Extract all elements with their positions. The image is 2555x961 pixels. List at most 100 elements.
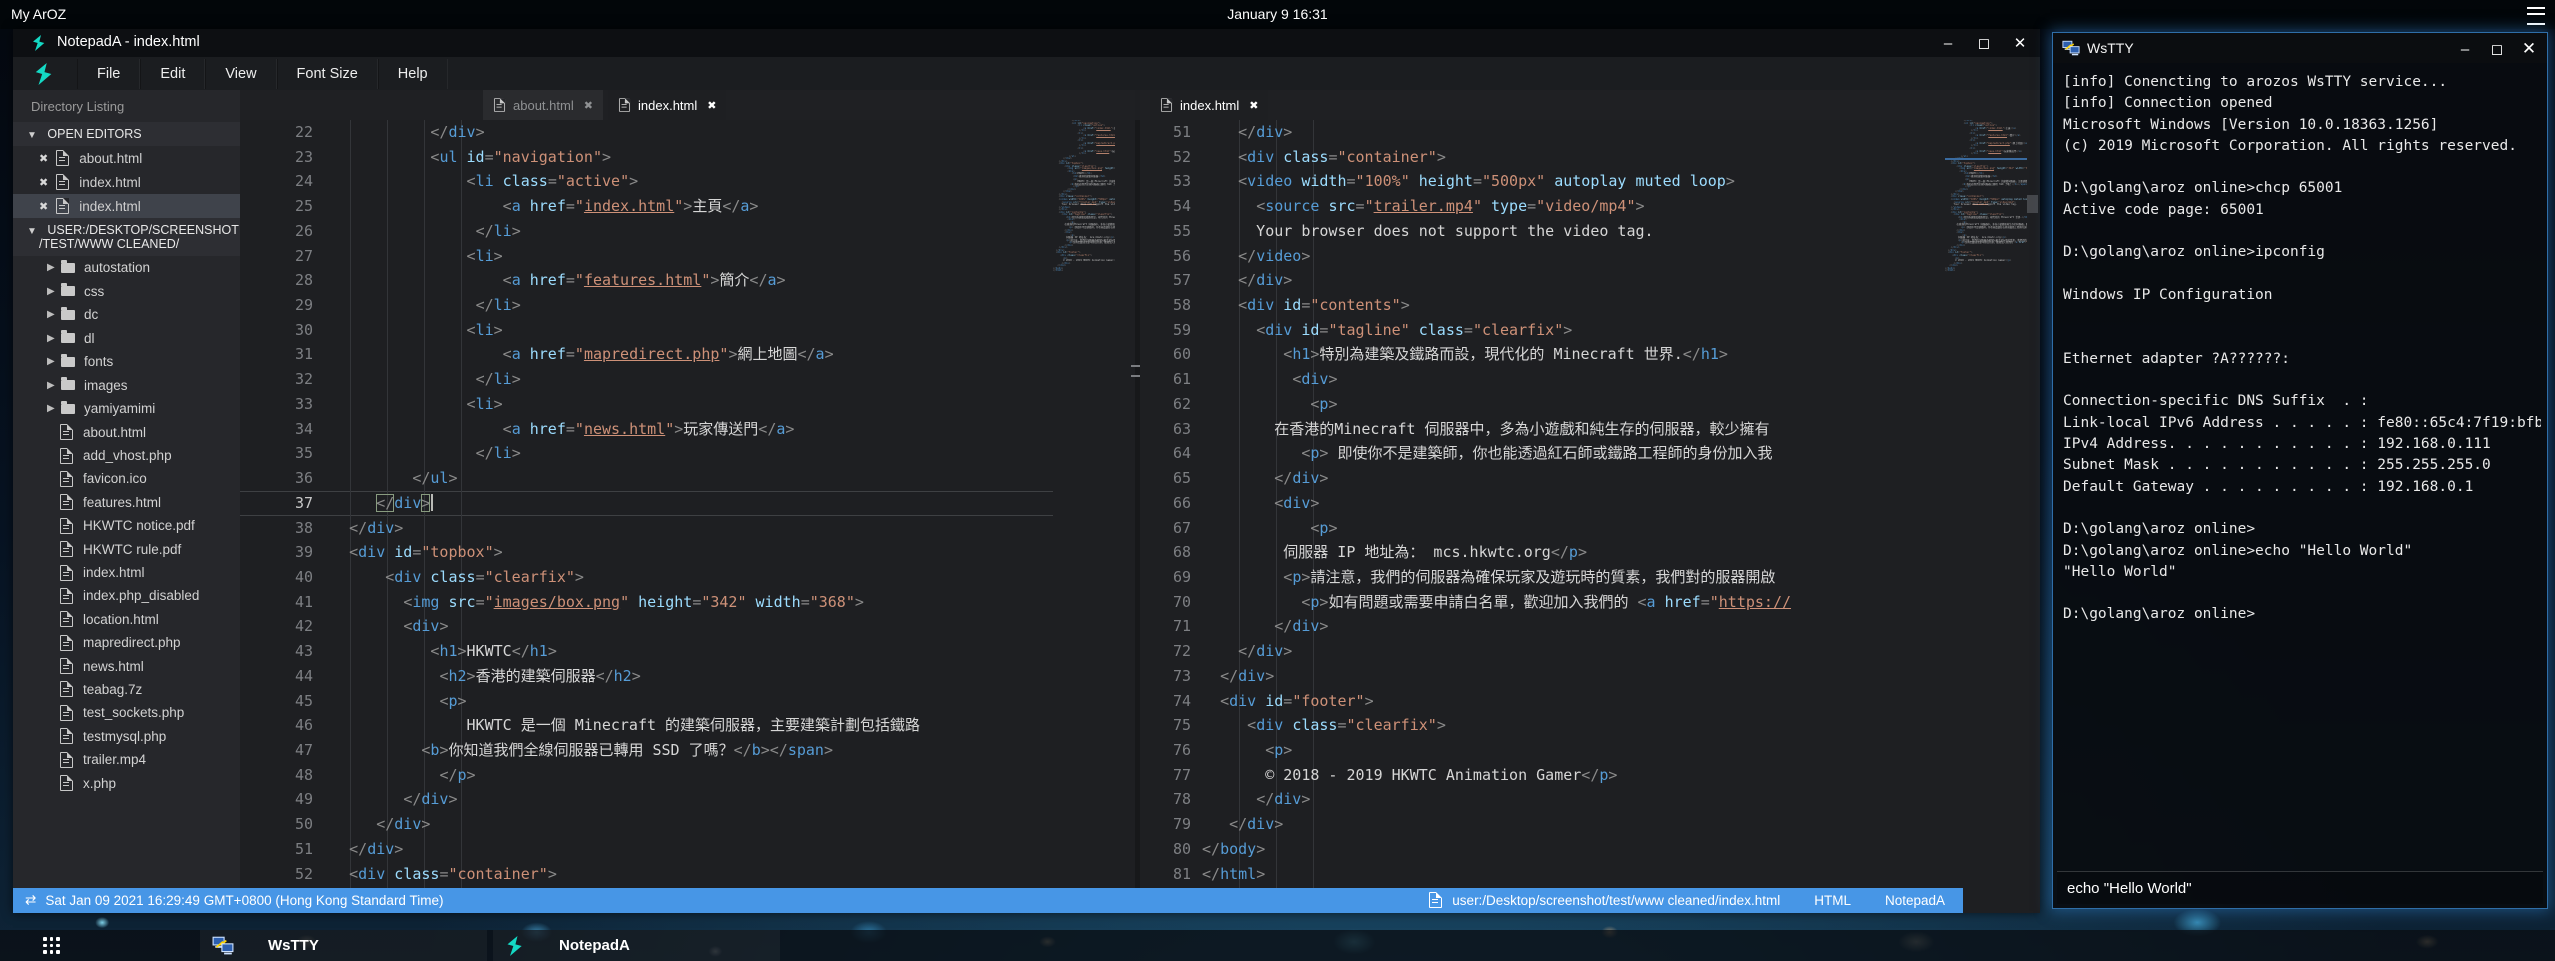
close-tab-icon[interactable]: ✖ (1249, 99, 1258, 112)
html-file-icon (56, 174, 69, 190)
wstty-terminal-icon (2062, 40, 2080, 56)
maximize-button[interactable]: ◻ (2487, 39, 2507, 59)
file-item[interactable]: features.html (13, 491, 253, 514)
file-item[interactable]: HKWTC notice.pdf (13, 514, 253, 537)
terminal-input[interactable]: echo "Hello World" (2057, 871, 2543, 904)
statusbar-language[interactable]: HTML (1814, 893, 1851, 908)
chevron-right-icon: ▶ (47, 309, 57, 320)
left-editor-pane[interactable]: 2223242526272829303132333435363738394041… (240, 120, 1135, 888)
menu-view[interactable]: View (205, 59, 276, 89)
folder-icon (61, 310, 75, 320)
line-numbers: 5152535455565758596061626364656667686970… (1140, 120, 1191, 886)
chevron-right-icon: ▶ (47, 403, 57, 414)
file-item[interactable]: index.php_disabled (13, 584, 253, 607)
file-icon (60, 705, 73, 721)
file-icon (60, 565, 73, 581)
file-icon (60, 518, 73, 534)
notepada-titlebar[interactable]: NotepadA - index.html – ◻ ✕ (13, 29, 2040, 57)
file-icon (60, 752, 73, 768)
folder-item[interactable]: ▶css (13, 280, 253, 304)
html-file-icon (56, 198, 69, 214)
tab-index-html[interactable]: index.html ✖ (608, 90, 726, 120)
file-item[interactable]: about.html (13, 421, 253, 444)
folder-item[interactable]: ▶dc (13, 303, 253, 327)
right-editor-pane[interactable]: 5152535455565758596061626364656667686970… (1140, 120, 2040, 888)
menu-font-size[interactable]: Font Size (277, 59, 378, 89)
minimize-button[interactable]: – (2455, 39, 2475, 59)
taskbar-item-wstty[interactable]: WsTTY (200, 930, 487, 961)
right-pane-tabbar: index.html ✖ (1140, 90, 2040, 120)
folder-item[interactable]: ▶autostation (13, 256, 253, 280)
file-item[interactable]: teabag.7z (13, 678, 253, 701)
file-item[interactable]: mapredirect.php (13, 631, 253, 654)
menu-edit[interactable]: Edit (140, 59, 205, 89)
desktop-top-bar: My ArOZ January 9 16:31 (0, 0, 2555, 29)
workspace-folder-header[interactable]: ▼ USER:/DESKTOP/SCREENSHOT /TEST/WWW CLE… (13, 218, 253, 256)
open-editor-item[interactable]: ✖index.html (13, 170, 253, 194)
app-grid-icon[interactable] (43, 937, 60, 954)
file-item[interactable]: favicon.ico (13, 467, 253, 490)
file-item[interactable]: trailer.mp4 (13, 748, 253, 771)
file-item[interactable]: index.html (13, 561, 253, 584)
file-icon (60, 471, 73, 487)
menu-help[interactable]: Help (378, 59, 448, 89)
taskbar-item-notepada[interactable]: NotepadA (493, 930, 780, 961)
statusbar-appname: NotepadA (1885, 893, 1945, 908)
close-icon[interactable]: ✖ (39, 152, 48, 165)
close-tab-icon[interactable]: ✖ (584, 99, 593, 112)
close-icon[interactable]: ✖ (39, 176, 48, 189)
open-editor-item[interactable]: ✖about.html (13, 146, 253, 170)
file-item[interactable]: news.html (13, 654, 253, 677)
file-item[interactable]: location.html (13, 608, 253, 631)
open-editors-header[interactable]: ▼ OPEN EDITORS (13, 122, 253, 146)
folder-item[interactable]: ▶dl (13, 327, 253, 351)
vertical-scrollbar[interactable] (2027, 195, 2038, 213)
minimize-button[interactable]: – (1938, 33, 1958, 53)
file-icon (1429, 892, 1442, 908)
hamburger-menu-icon[interactable] (2527, 7, 2545, 25)
file-item[interactable]: HKWTC rule.pdf (13, 537, 253, 560)
desktop-clock: January 9 16:31 (0, 6, 2555, 22)
code-lines: </div> <ul id="navigation"> <li class="a… (313, 120, 1053, 888)
notepada-logo-icon (505, 936, 525, 956)
folder-icon (61, 333, 75, 343)
notepada-menu-logo-icon (33, 63, 55, 85)
code-lines: </div> <div class="container"> <video wi… (1202, 120, 1945, 886)
minimap[interactable]: </div> <ul id="navigation"> <li class="a… (1945, 120, 2027, 273)
close-button[interactable]: ✕ (2519, 39, 2539, 59)
wstty-terminal-icon (212, 936, 234, 955)
file-explorer-sidebar: Directory Listing ▼ OPEN EDITORS ✖about.… (13, 90, 253, 888)
maximize-button[interactable]: ◻ (1974, 33, 1994, 53)
file-icon (60, 658, 73, 674)
folder-item[interactable]: ▶images (13, 374, 253, 398)
close-tab-icon[interactable]: ✖ (707, 99, 716, 112)
file-item[interactable]: add_vhost.php (13, 444, 253, 467)
close-button[interactable]: ✕ (2010, 33, 2030, 53)
folder-item[interactable]: ▶yamiyamimi (13, 397, 253, 421)
line-numbers: 2223242526272829303132333435363738394041… (253, 120, 313, 888)
wstty-window: WsTTY – ◻ ✕ [info] Conencting to arozos … (2053, 33, 2547, 908)
html-file-icon (1161, 98, 1172, 112)
file-item[interactable]: testmysql.php (13, 725, 253, 748)
terminal-output[interactable]: [info] Conencting to arozos WsTTY servic… (2063, 72, 2541, 866)
close-icon[interactable]: ✖ (39, 200, 48, 213)
left-pane-tabbar: about.html ✖ index.html ✖ (240, 90, 1135, 120)
directory-listing-label: Directory Listing (13, 90, 253, 122)
file-item[interactable]: x.php (13, 771, 253, 794)
chevron-right-icon: ▶ (47, 333, 57, 344)
file-icon (60, 635, 73, 651)
minimap-cursor-marker (1945, 158, 2027, 160)
file-icon (60, 424, 73, 440)
tab-about-html[interactable]: about.html ✖ (483, 90, 603, 120)
open-editor-item[interactable]: ✖index.html (13, 194, 253, 218)
tab-index-html-right[interactable]: index.html ✖ (1150, 90, 1268, 120)
minimap[interactable]: </div> <ul id="navigation"> <li class="a… (1053, 120, 1115, 273)
statusbar-filepath[interactable]: user:/Desktop/screenshot/test/www cleane… (1452, 893, 1780, 908)
file-item[interactable]: test_sockets.php (13, 701, 253, 724)
menu-file[interactable]: File (77, 59, 140, 89)
taskbar: WsTTY NotepadA (0, 930, 2555, 961)
statusbar-timestamp: Sat Jan 09 2021 16:29:49 GMT+0800 (Hong … (45, 893, 443, 908)
folder-item[interactable]: ▶fonts (13, 350, 253, 374)
text-cursor (431, 494, 433, 511)
wstty-titlebar[interactable]: WsTTY – ◻ ✕ (2053, 33, 2547, 63)
